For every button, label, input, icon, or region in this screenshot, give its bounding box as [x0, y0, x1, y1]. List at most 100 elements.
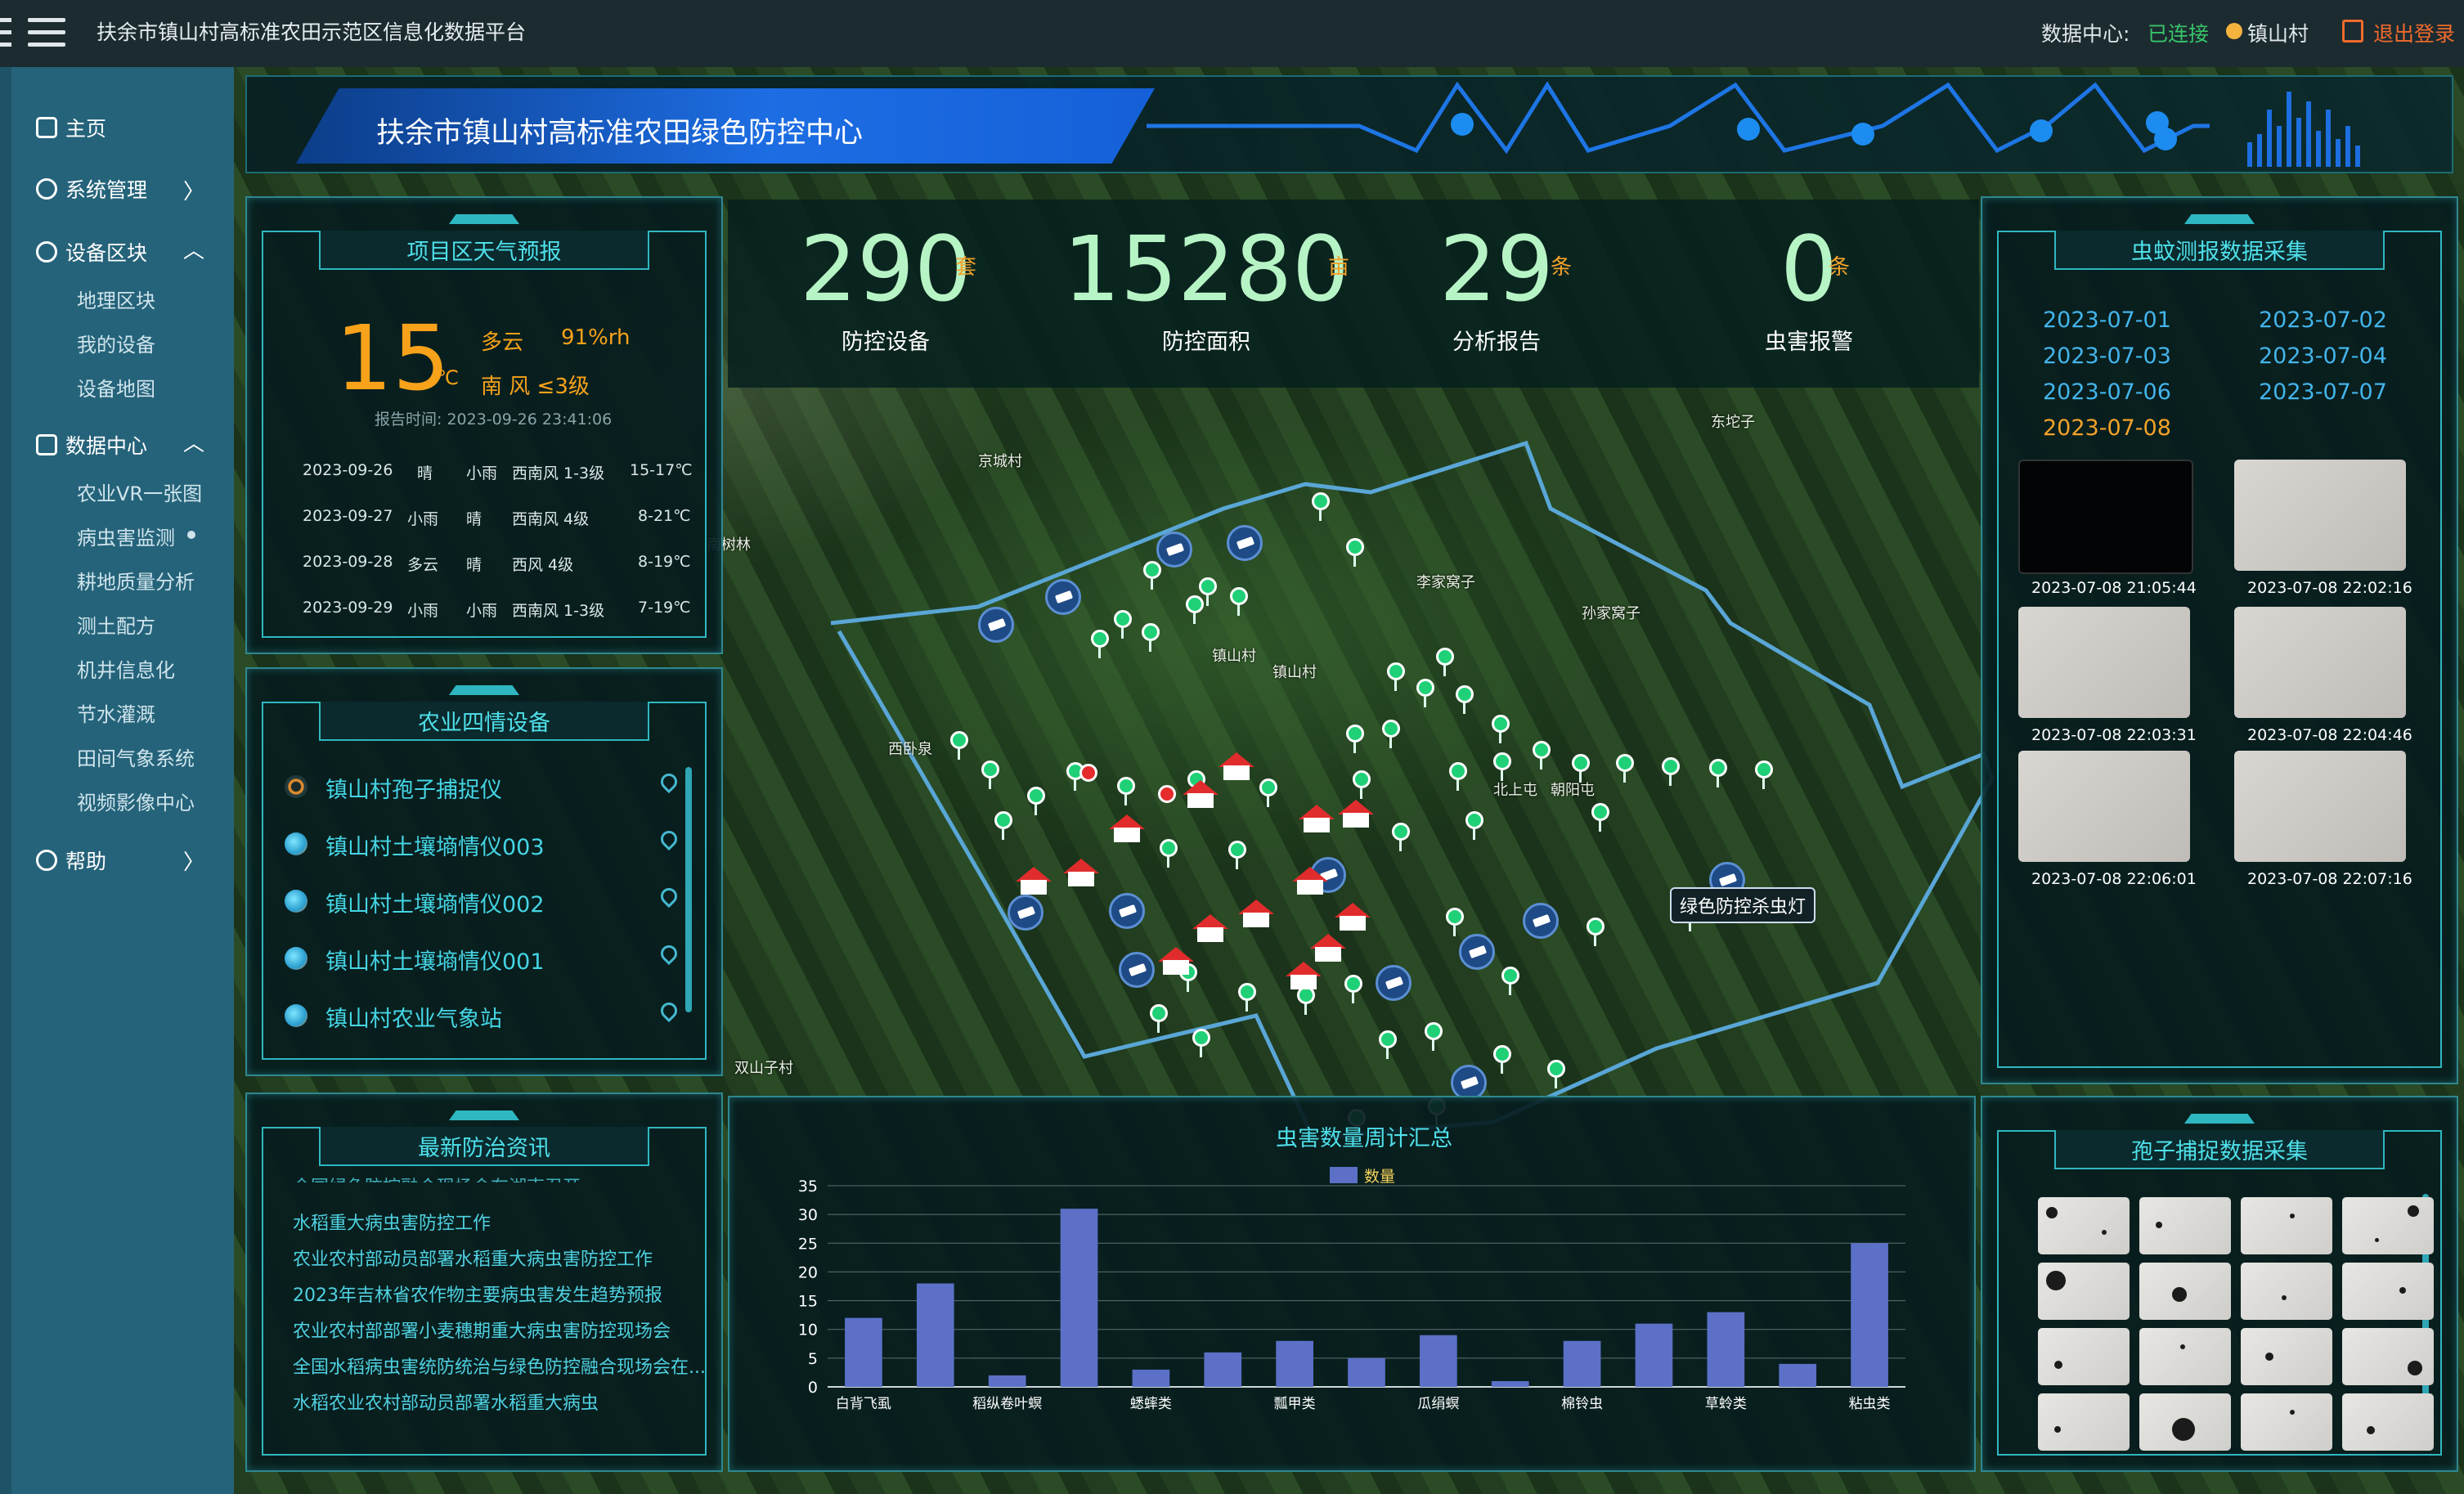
edge-menu-icon[interactable]	[0, 18, 11, 47]
date-link[interactable]: 2023-07-04	[2259, 343, 2387, 369]
sidebar-subitem-my-devices[interactable]: 我的设备	[77, 329, 155, 357]
camera-icon[interactable]	[1459, 934, 1495, 970]
sensor-pin[interactable]	[1456, 685, 1474, 714]
sensor-pin[interactable]	[1493, 1045, 1511, 1074]
sensor-pin[interactable]	[1143, 561, 1161, 590]
sensor-pin[interactable]	[1587, 917, 1605, 946]
sidebar-subitem-soil-formula[interactable]: 测土配方	[77, 610, 155, 639]
sensor-pin[interactable]	[1572, 754, 1590, 783]
house-icon[interactable]	[1335, 903, 1371, 931]
sensor-pin[interactable]	[981, 760, 999, 789]
sensor-pin[interactable]	[1493, 752, 1511, 781]
sensor-pin[interactable]	[1160, 839, 1178, 868]
house-icon[interactable]	[1310, 934, 1346, 962]
sensor-pin[interactable]	[1449, 762, 1467, 791]
camera-icon[interactable]	[1008, 895, 1043, 931]
sensor-pin[interactable]	[1353, 770, 1371, 799]
insect-photo-thumbnail[interactable]	[2234, 460, 2406, 571]
sensor-pin[interactable]	[1346, 538, 1364, 567]
insect-photo-thumbnail[interactable]	[2234, 607, 2406, 718]
sensor-pin[interactable]	[994, 811, 1012, 840]
news-item[interactable]: 农业农村部动员部署水稻重大病虫害防控工作	[293, 1245, 653, 1271]
spore-image-thumbnail[interactable]	[2342, 1393, 2434, 1451]
bar[interactable]	[1204, 1352, 1242, 1387]
sensor-pin[interactable]	[950, 731, 968, 760]
sidebar-subitem-pest-monitor[interactable]: 病虫害监测	[77, 522, 175, 550]
bar[interactable]	[1563, 1340, 1601, 1387]
user-name[interactable]: 镇山村	[2247, 18, 2309, 47]
spore-image-thumbnail[interactable]	[2241, 1197, 2332, 1254]
sensor-pin[interactable]	[1192, 1029, 1210, 1057]
sensor-pin[interactable]	[1259, 778, 1277, 807]
spore-image-thumbnail[interactable]	[2038, 1197, 2130, 1254]
sidebar-subitem-irrigation[interactable]: 节水灌溉	[77, 698, 155, 727]
sidebar-item-data-center[interactable]: 数据中心	[36, 430, 147, 460]
house-icon[interactable]	[1292, 867, 1328, 895]
spore-image-thumbnail[interactable]	[2139, 1197, 2231, 1254]
hamburger-menu-icon[interactable]	[28, 18, 65, 47]
sensor-pin[interactable]	[1425, 1022, 1443, 1051]
logout-button[interactable]: 退出登录	[2373, 18, 2455, 47]
sensor-pin[interactable]	[1501, 967, 1519, 995]
sensor-pin[interactable]	[1533, 741, 1551, 769]
sidebar-subitem-weather-system[interactable]: 田间气象系统	[77, 743, 195, 771]
sensor-pin[interactable]	[1228, 841, 1246, 869]
house-icon[interactable]	[1338, 800, 1374, 828]
date-link[interactable]: 2023-07-02	[2259, 307, 2387, 333]
camera-icon[interactable]	[1119, 952, 1155, 988]
alert-pin[interactable]	[1158, 785, 1176, 803]
chevron-up-icon[interactable]: ︿	[183, 234, 204, 264]
news-item[interactable]: 全国水稻病虫害统防统治与绿色防控融合现场会在...	[293, 1353, 706, 1379]
sensor-pin[interactable]	[1312, 492, 1330, 521]
sidebar-subitem-geo-block[interactable]: 地理区块	[77, 285, 155, 313]
spore-image-thumbnail[interactable]	[2139, 1263, 2231, 1320]
sensor-pin[interactable]	[1392, 823, 1410, 851]
logout-icon[interactable]	[2342, 20, 2363, 43]
sensor-pin[interactable]	[1616, 754, 1634, 783]
camera-icon[interactable]	[978, 607, 1014, 643]
chevron-right-icon[interactable]: 〉	[183, 175, 204, 205]
insect-lamp-label[interactable]: 绿色防控杀虫灯	[1670, 887, 1816, 923]
bar[interactable]	[1851, 1243, 1888, 1387]
date-link[interactable]: 2023-07-07	[2259, 379, 2387, 405]
bar[interactable]	[1132, 1369, 1170, 1387]
sensor-pin[interactable]	[1755, 760, 1773, 789]
date-link[interactable]: 2023-07-06	[2043, 379, 2171, 405]
house-icon[interactable]	[1063, 859, 1099, 886]
sensor-pin[interactable]	[1591, 803, 1609, 832]
spore-image-thumbnail[interactable]	[2241, 1393, 2332, 1451]
camera-icon[interactable]	[1376, 965, 1412, 1001]
house-icon[interactable]	[1219, 752, 1254, 780]
sensor-pin[interactable]	[1436, 648, 1454, 676]
camera-icon[interactable]	[1523, 903, 1559, 939]
spore-image-thumbnail[interactable]	[2139, 1328, 2231, 1385]
house-icon[interactable]	[1109, 814, 1145, 842]
bar[interactable]	[1348, 1357, 1385, 1387]
sidebar-item-blocks[interactable]: 设备区块	[36, 237, 147, 267]
bar[interactable]	[1635, 1323, 1673, 1387]
sidebar-subitem-device-map[interactable]: 设备地图	[77, 373, 155, 402]
bar[interactable]	[988, 1375, 1026, 1387]
insect-photo-thumbnail[interactable]	[2234, 751, 2406, 862]
house-icon[interactable]	[1016, 867, 1052, 895]
spore-image-thumbnail[interactable]	[2241, 1263, 2332, 1320]
camera-icon[interactable]	[1109, 893, 1145, 929]
scrollbar[interactable]	[685, 767, 692, 1012]
sidebar-item-help[interactable]: 帮助	[36, 846, 106, 875]
house-icon[interactable]	[1158, 947, 1194, 975]
house-icon[interactable]	[1192, 914, 1228, 942]
house-icon[interactable]	[1183, 780, 1219, 808]
spore-image-thumbnail[interactable]	[2342, 1328, 2434, 1385]
sidebar-subitem-vr-map[interactable]: 农业VR一张图	[77, 478, 202, 506]
spore-image-thumbnail[interactable]	[2038, 1328, 2130, 1385]
insect-photo-thumbnail[interactable]	[2018, 460, 2193, 574]
sensor-pin[interactable]	[1387, 662, 1405, 691]
camera-icon[interactable]	[1227, 525, 1263, 561]
news-item[interactable]: 农业农村部部署小麦穗期重大病虫害防控现场会	[293, 1317, 671, 1343]
sensor-pin[interactable]	[1027, 787, 1045, 815]
sidebar-subitem-well-info[interactable]: 机井信息化	[77, 654, 175, 683]
news-item[interactable]: 2023年吉林省农作物主要病虫害发生趋势预报	[293, 1281, 662, 1307]
sensor-pin[interactable]	[1416, 679, 1434, 707]
sensor-pin[interactable]	[1117, 777, 1135, 805]
insect-photo-thumbnail[interactable]	[2018, 607, 2190, 718]
